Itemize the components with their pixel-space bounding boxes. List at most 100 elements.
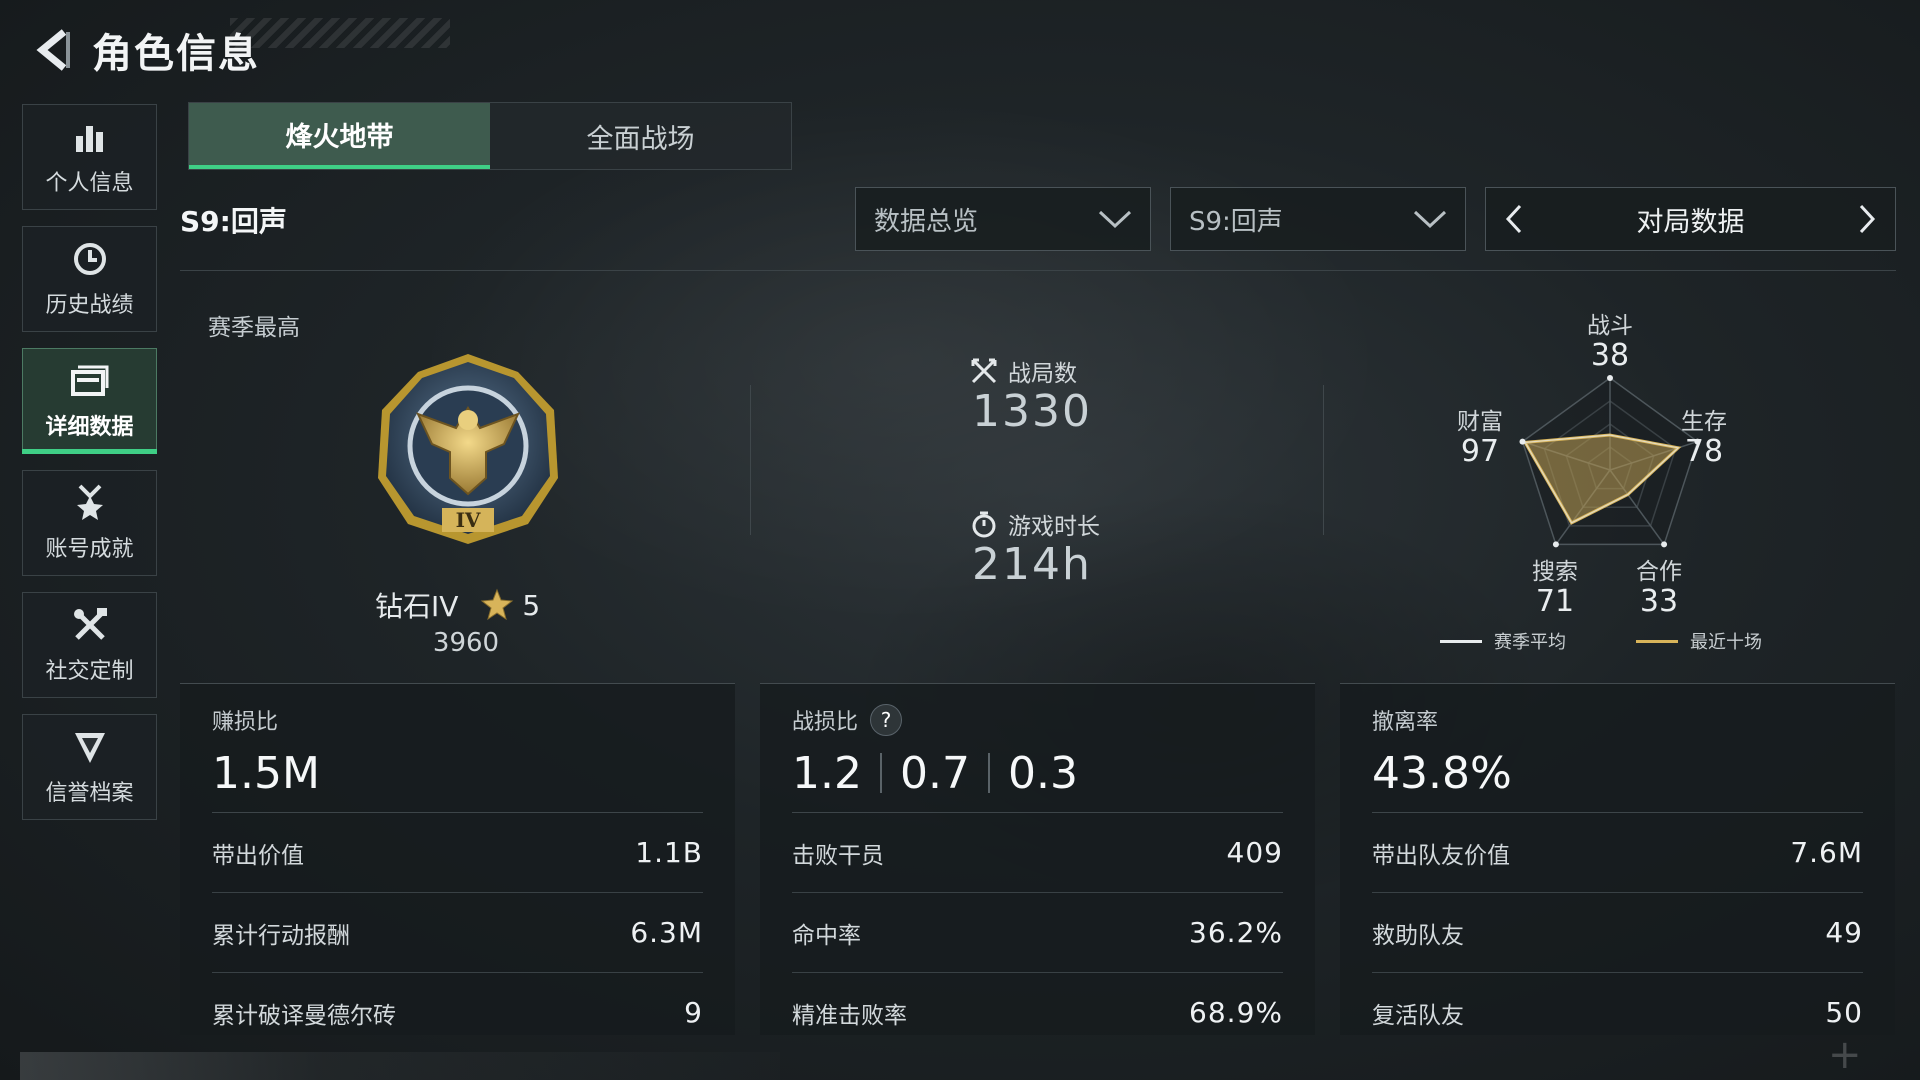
stat-label: 精准击败率 <box>792 1002 907 1029</box>
stat-value: 1.1B <box>635 836 703 869</box>
sidebar-item-personal-info[interactable]: 个人信息 <box>22 104 157 210</box>
sidebar-item-label: 账号成就 <box>45 537 134 562</box>
view-dropdown[interactable]: 数据总览 <box>855 187 1151 251</box>
stat-label: 救助队友 <box>1372 922 1464 949</box>
stat-label: 复活队友 <box>1372 1002 1464 1029</box>
stat-label: 累计破译曼德尔砖 <box>212 1002 396 1029</box>
radar-label-survival: 生存 <box>1681 409 1727 435</box>
radar-value-search: 71 <box>1535 584 1575 619</box>
badge-numeral: IV <box>456 508 481 532</box>
combat-ratio-values: 1.2 0.7 0.3 <box>792 742 1283 804</box>
stat-row: 复活队友 50 <box>1372 973 1863 1052</box>
ratio-value: 0.7 <box>899 747 970 799</box>
profit-ratio-value: 1.5M <box>212 747 320 799</box>
page-title: 角色信息 <box>92 31 260 77</box>
card-title: 撤离率 <box>1372 710 1439 735</box>
stat-label: 累计行动报酬 <box>212 922 350 949</box>
sidebar-item-label: 个人信息 <box>45 171 134 196</box>
sidebar-item-label: 信誉档案 <box>45 781 134 806</box>
season-dropdown[interactable]: S9:回声 <box>1170 187 1466 251</box>
bottom-info-strip <box>20 1052 780 1080</box>
card-title: 战损比 <box>792 710 859 735</box>
legend-swatch-season <box>1440 639 1482 643</box>
star-icon <box>481 588 514 621</box>
radar-value-survival: 78 <box>1684 434 1724 469</box>
sidebar-item-reputation[interactable]: 信誉档案 <box>22 714 157 820</box>
sidebar-item-achievements[interactable]: 账号成就 <box>22 470 157 576</box>
season-dropdown-value: S9:回声 <box>1189 206 1283 237</box>
extraction-card: 撤离率 43.8% 带出队友价值 7.6M 救助队友 49 复活队友 50 <box>1340 683 1895 1035</box>
back-arrow-icon <box>36 29 70 71</box>
stat-row: 命中率 36.2% <box>792 893 1283 973</box>
radar-axis-tip <box>1519 438 1526 445</box>
matches-value: 1330 <box>972 386 1092 437</box>
sidebar-item-social[interactable]: 社交定制 <box>22 592 157 698</box>
radar-value-wealth: 97 <box>1460 434 1500 469</box>
back-button[interactable] <box>24 20 84 80</box>
ratio-separator <box>879 753 882 793</box>
extraction-rate-value: 43.8% <box>1372 747 1512 799</box>
section-divider <box>750 385 751 535</box>
folder-icon <box>70 361 110 401</box>
tools-icon <box>70 605 110 645</box>
radar-axis-tip <box>1607 375 1613 381</box>
ratio-value: 1.2 <box>792 747 862 799</box>
stat-value: 36.2% <box>1189 916 1283 949</box>
radar-chart: 战斗 38 生存 78 合作 33 搜索 71 财富 97 <box>1440 296 1780 666</box>
radar-axis-tip <box>1552 541 1559 548</box>
toolbar-divider <box>180 270 1896 271</box>
card-title-row: 战损比 ? <box>792 704 1283 736</box>
crossed-swords-icon <box>970 357 998 385</box>
chevron-down-icon <box>1413 210 1447 229</box>
stat-value: 9 <box>684 996 703 1029</box>
stat-row: 累计行动报酬 6.3M <box>212 893 703 973</box>
sidebar-item-label: 详细数据 <box>45 415 134 440</box>
rank-name: 钻石IV <box>375 590 459 623</box>
season-label: S9:回声 <box>180 205 287 238</box>
pager-next-button[interactable] <box>1839 188 1895 250</box>
stat-value: 409 <box>1226 836 1283 869</box>
sidebar-item-label: 历史战绩 <box>45 293 134 318</box>
radar-value-combat: 38 <box>1590 338 1630 373</box>
stat-label: 命中率 <box>792 922 861 949</box>
view-dropdown-value: 数据总览 <box>874 206 979 237</box>
stat-value: 7.6M <box>1790 836 1863 869</box>
tab-full-battlefield[interactable]: 全面战场 <box>490 103 791 169</box>
rank-row: 钻石IV 5 <box>375 585 540 625</box>
radar-legend: 赛季平均 最近十场 <box>1440 628 1762 654</box>
stat-value: 68.9% <box>1189 996 1283 1029</box>
card-title: 赚损比 <box>212 710 279 735</box>
plus-icon: + <box>1828 1032 1862 1078</box>
chevron-left-icon <box>1505 204 1522 234</box>
pager-prev-button[interactable] <box>1486 188 1542 250</box>
sidebar: 个人信息 历史战绩 详细数据 账号成就 社交定制 信誉档案 <box>22 104 159 836</box>
sidebar-item-detailed-data[interactable]: 详细数据 <box>22 348 157 454</box>
radar-label-wealth: 财富 <box>1457 409 1503 435</box>
combat-card: 战损比 ? 1.2 0.7 0.3 击败干员 409 命中率 36.2% 精准击… <box>760 683 1315 1035</box>
playtime-label-row: 游戏时长 <box>970 507 1100 541</box>
medal-icon <box>70 483 110 523</box>
radar-label-cooperation: 合作 <box>1636 559 1682 585</box>
stat-label: 击败干员 <box>792 842 884 869</box>
playtime-label: 游戏时长 <box>1008 514 1100 540</box>
matches-label: 战局数 <box>1008 361 1077 387</box>
stat-row: 击败干员 409 <box>792 813 1283 893</box>
profit-card: 赚损比 1.5M 带出价值 1.1B 累计行动报酬 6.3M 累计破译曼德尔砖 … <box>180 683 735 1035</box>
pager-label: 对局数据 <box>1636 206 1745 238</box>
help-icon[interactable]: ? <box>870 704 903 736</box>
sidebar-item-label: 社交定制 <box>45 659 134 684</box>
diamond-rank-badge-icon: IV <box>378 354 558 544</box>
stat-value: 49 <box>1825 916 1863 949</box>
sidebar-item-history[interactable]: 历史战绩 <box>22 226 157 332</box>
season-best-label: 赛季最高 <box>208 315 300 341</box>
tab-fire-zone[interactable]: 烽火地带 <box>189 103 490 169</box>
playtime-value: 214h <box>972 539 1092 590</box>
shield-icon <box>70 727 110 767</box>
stat-row: 救助队友 49 <box>1372 893 1863 973</box>
ratio-value: 0.3 <box>1007 747 1078 799</box>
stat-row: 带出队友价值 7.6M <box>1372 813 1863 893</box>
clock-icon <box>70 239 110 279</box>
legend-recent-label: 最近十场 <box>1690 632 1762 653</box>
chevron-down-icon <box>1098 210 1132 229</box>
stat-label: 带出队友价值 <box>1372 842 1510 869</box>
